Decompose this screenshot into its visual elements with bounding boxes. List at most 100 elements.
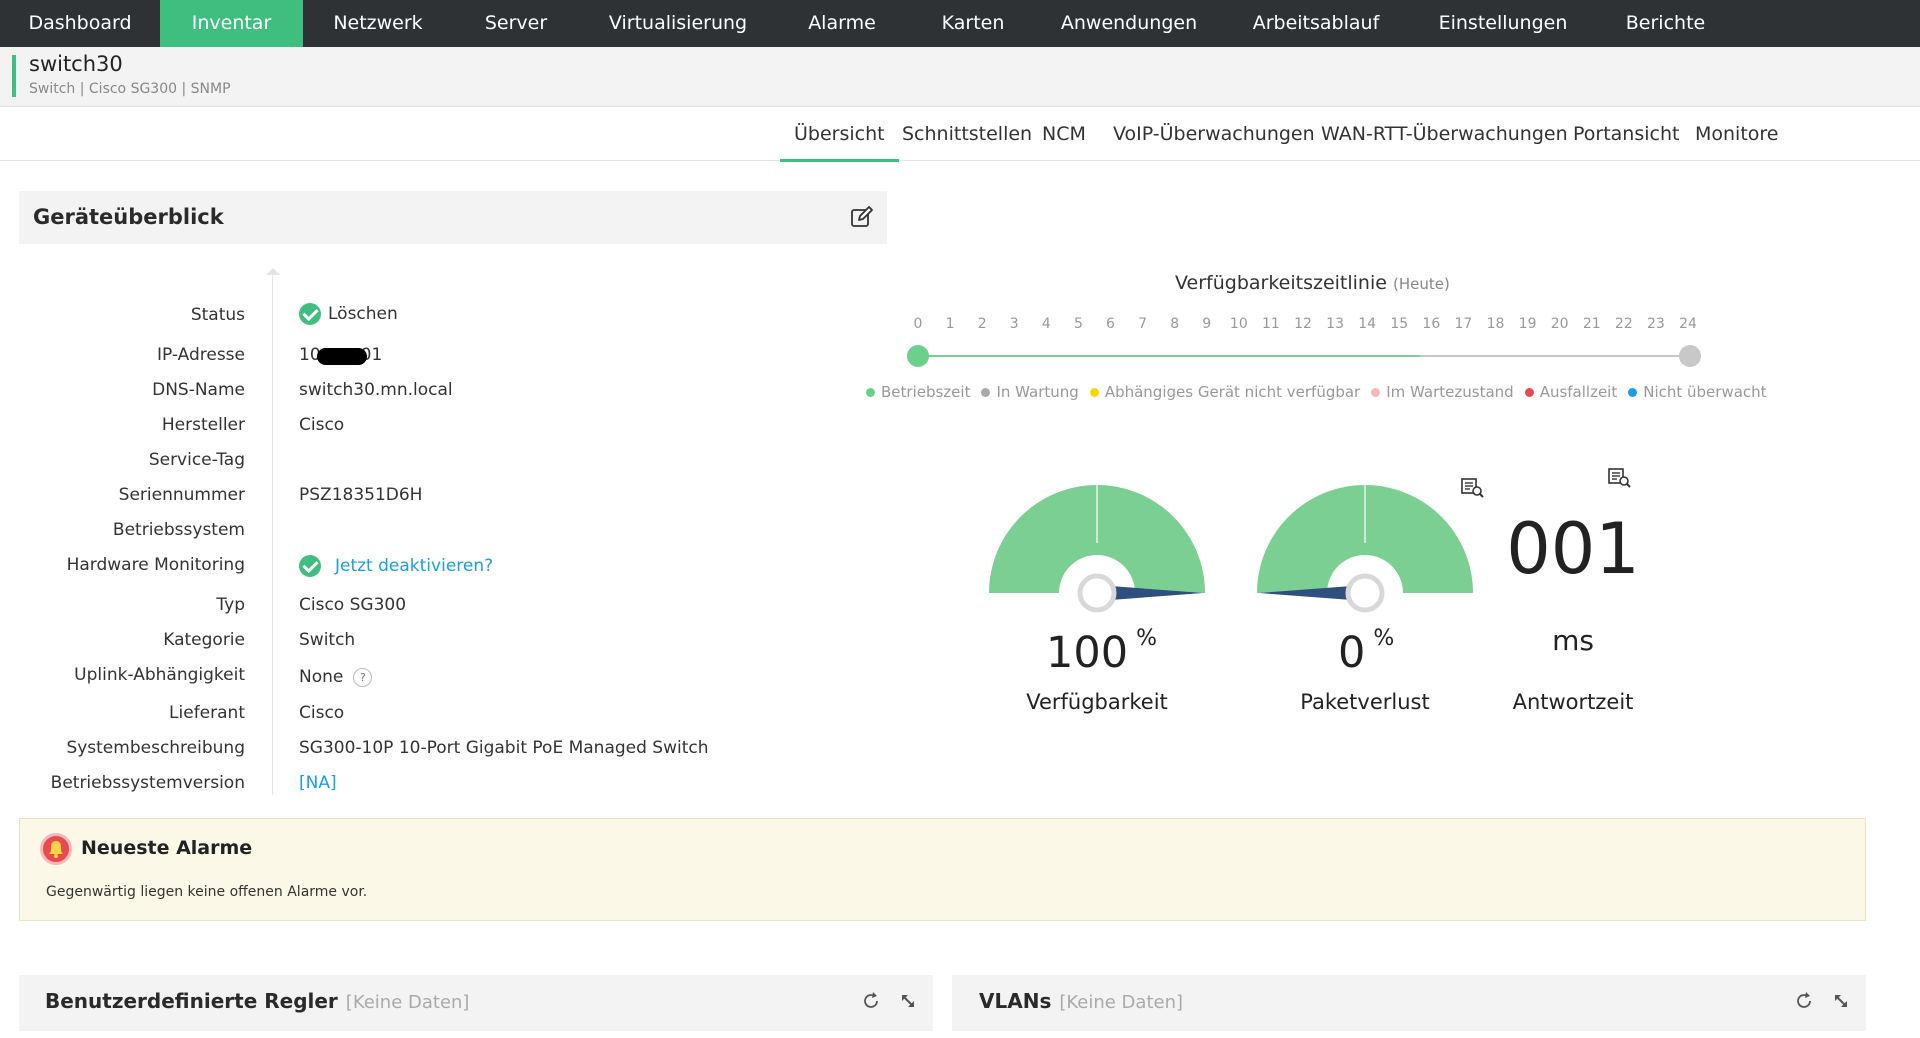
timeline-hour-13: 13 [1326, 316, 1344, 332]
timeline-hour-15: 15 [1390, 316, 1409, 332]
nav-item-karten[interactable]: Karten [907, 0, 1039, 47]
divider-caret [266, 268, 280, 275]
timeline-hour-22: 22 [1614, 316, 1633, 332]
nav-item-netzwerk[interactable]: Netzwerk [303, 0, 453, 47]
deactivate-link[interactable]: Jetzt deaktivieren? [335, 556, 493, 576]
timeline-hour-20: 20 [1550, 316, 1569, 332]
label-ip: IP-Adresse [156, 345, 245, 365]
legend-item[interactable]: Nicht überwacht [1628, 383, 1767, 401]
timeline-hour-0: 0 [913, 316, 923, 332]
refresh-icon[interactable] [1794, 991, 1814, 1011]
legend-dot [981, 387, 991, 397]
value-manufacturer: Cisco [299, 415, 345, 435]
timeline-hour-12: 12 [1294, 316, 1312, 332]
value-dns: switch30.mn.local [299, 380, 453, 400]
timeline-hour-1: 1 [945, 316, 955, 332]
label-category: Kategorie [163, 630, 245, 650]
timeline-hour-21: 21 [1582, 316, 1601, 332]
nav-item-server[interactable]: Server [453, 0, 579, 47]
nav-item-berichte[interactable]: Berichte [1593, 0, 1738, 47]
timeline-hour-18: 18 [1486, 316, 1505, 332]
device-meta: Switch | Cisco SG300 | SNMP [29, 81, 231, 97]
legend-dot [1371, 387, 1381, 397]
legend-label: Abhängiges Gerät nicht verfügbar [1104, 383, 1361, 401]
nav-item-alarme[interactable]: Alarme [777, 0, 907, 47]
vlans-title: VLANs [Keine Daten] [979, 989, 1183, 1013]
timeline-hour-8: 8 [1170, 316, 1180, 332]
timeline-hour-9: 9 [1202, 316, 1212, 332]
timeline-hour-2: 2 [977, 316, 987, 332]
label-serial: Seriennummer [118, 485, 245, 505]
timeline-start-marker [907, 345, 929, 367]
label-service-tag: Service-Tag [148, 450, 245, 470]
osversion-link[interactable]: [NA] [299, 773, 337, 793]
legend-item[interactable]: Abhängiges Gerät nicht verfügbar [1089, 383, 1361, 401]
tab-uebersicht[interactable]: Übersicht [780, 107, 899, 162]
nav-item-virtualisierung[interactable]: Virtualisierung [579, 0, 777, 47]
status-text: Löschen [328, 304, 398, 324]
value-serial: PSZ18351D6H [299, 485, 423, 505]
custom-dials-nodata: [Keine Daten] [345, 992, 470, 1013]
nav-item-arbeitsablauf[interactable]: Arbeitsablauf [1219, 0, 1413, 47]
timeline-title: Verfügbarkeitszeitlinie (Heute) [1175, 272, 1450, 294]
device-tabs: Übersicht Schnittstellen NCM VoIP-Überwa… [0, 107, 1920, 162]
packet-loss-unit: % [1373, 626, 1395, 651]
edit-icon[interactable] [849, 204, 875, 230]
tab-schnittstellen[interactable]: Schnittstellen [902, 107, 1032, 161]
legend-dot [1524, 387, 1534, 397]
legend-item[interactable]: Im Wartezustand [1371, 383, 1514, 401]
tab-portansicht[interactable]: Portansicht [1573, 107, 1679, 161]
collapse-icon[interactable] [898, 991, 918, 1011]
timeline-hour-14: 14 [1358, 316, 1377, 332]
nav-item-einstellungen[interactable]: Einstellungen [1413, 0, 1593, 47]
timeline-hour-11: 11 [1261, 316, 1280, 332]
nav-item-dashboard[interactable]: Dashboard [0, 0, 160, 47]
legend-dot [1628, 387, 1638, 397]
tab-ncm[interactable]: NCM [1042, 107, 1086, 161]
check-icon [299, 303, 321, 325]
property-divider [272, 275, 273, 795]
response-time-unit: ms [1552, 624, 1594, 657]
timeline-subtitle: (Heute) [1392, 275, 1450, 293]
packet-loss-gauge-hub [1345, 573, 1385, 613]
label-type: Typ [216, 595, 245, 615]
timeline-hour-3: 3 [1009, 316, 1019, 332]
value-type: Cisco SG300 [299, 595, 407, 615]
availability-gauge-hub [1077, 573, 1117, 613]
availability-value: 100% [1046, 626, 1157, 678]
packet-loss-gauge [1257, 485, 1473, 613]
device-overview-title: Geräteüberblick [33, 205, 224, 229]
nav-item-anwendungen[interactable]: Anwendungen [1039, 0, 1219, 47]
tab-wan-rtt[interactable]: WAN-RTT-Überwachungen [1321, 107, 1568, 161]
refresh-icon[interactable] [861, 991, 881, 1011]
label-status: Status [190, 305, 245, 325]
value-sysdesc: SG300-10P 10-Port Gigabit PoE Managed Sw… [299, 738, 709, 758]
recent-alarms-message: Gegenwärtig liegen keine offenen Alarme … [46, 884, 368, 900]
custom-dials-title-text: Benutzerdefinierte Regler [45, 989, 338, 1013]
value-osversion: [NA] [299, 773, 337, 793]
tab-voip[interactable]: VoIP-Überwachungen [1113, 107, 1315, 161]
nav-item-inventar[interactable]: Inventar [160, 0, 303, 47]
legend-item[interactable]: In Wartung [981, 383, 1079, 401]
uplink-text: None [299, 667, 344, 687]
tab-monitore[interactable]: Monitore [1695, 107, 1779, 161]
device-name: switch30 [29, 52, 123, 76]
vlans-title-text: VLANs [979, 989, 1052, 1013]
report-icon[interactable] [1607, 466, 1631, 488]
help-icon[interactable]: ? [353, 667, 373, 687]
availability-unit: % [1136, 626, 1157, 651]
vlans-nodata: [Keine Daten] [1059, 992, 1184, 1013]
timeline-hour-10: 10 [1229, 316, 1248, 332]
availability-number: 100 [1046, 628, 1129, 678]
legend-item[interactable]: Ausfallzeit [1524, 383, 1617, 401]
availability-gauge [989, 485, 1205, 613]
legend-dot [866, 387, 875, 397]
packet-loss-value: 0% [1338, 626, 1395, 678]
timeline-hour-19: 19 [1518, 316, 1537, 332]
value-status: Löschen [299, 303, 398, 325]
label-uplink: Uplink-Abhängigkeit [74, 665, 245, 685]
legend-dot [1089, 387, 1099, 397]
legend-item[interactable]: Betriebszeit [866, 383, 970, 401]
redaction-mark [316, 347, 367, 365]
collapse-icon[interactable] [1831, 991, 1851, 1011]
